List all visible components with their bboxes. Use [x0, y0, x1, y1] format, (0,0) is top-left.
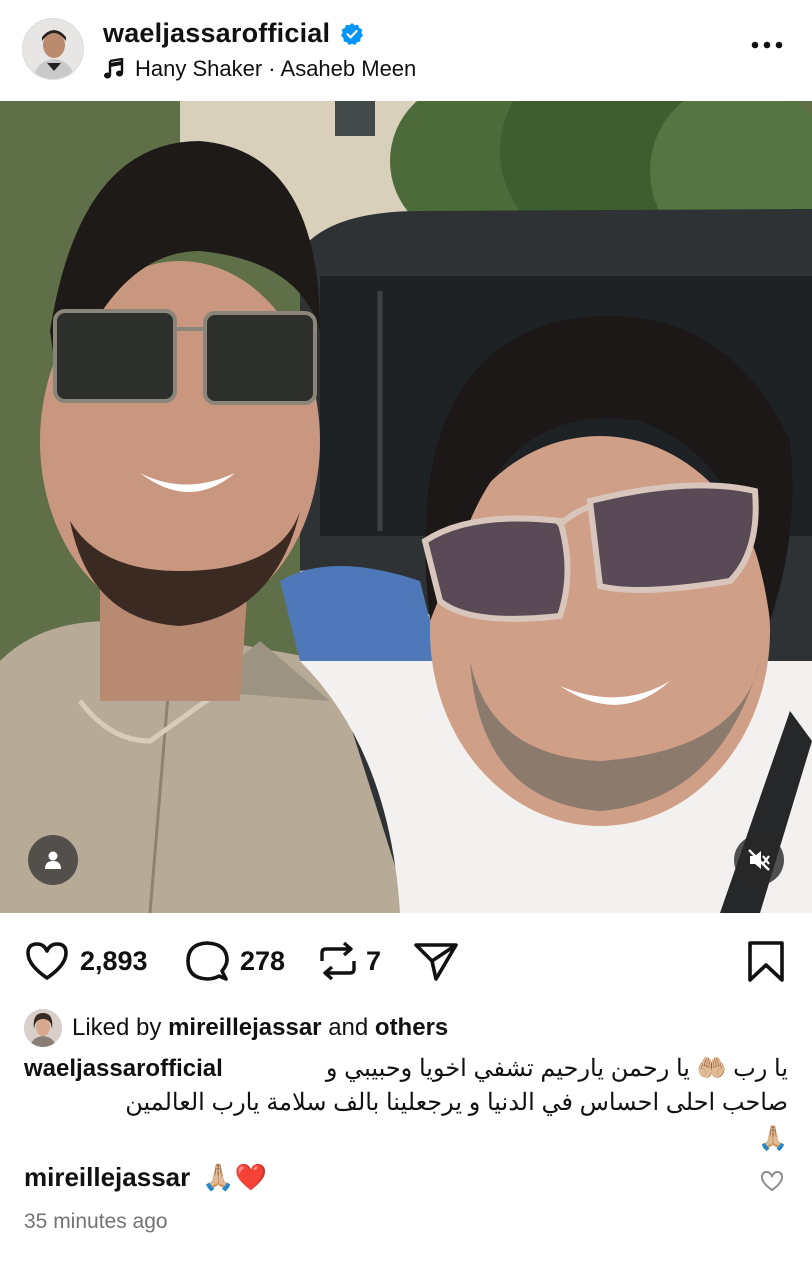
- liked-by-user[interactable]: mireillejassar: [168, 1014, 321, 1042]
- liked-by-line[interactable]: Liked by mireillejassar and others: [24, 1008, 448, 1048]
- repost-icon[interactable]: [316, 939, 360, 983]
- caption-text-3: 🙏🏼: [758, 1125, 788, 1152]
- mute-button[interactable]: [734, 835, 784, 885]
- liked-by-others[interactable]: others: [375, 1014, 448, 1042]
- more-options-icon[interactable]: [750, 40, 784, 50]
- music-text: Hany Shaker · Asaheb Meen: [135, 56, 417, 81]
- music-attribution[interactable]: Hany Shaker · Asaheb Meen: [103, 56, 416, 82]
- caption-username[interactable]: waeljassarofficial: [24, 1052, 223, 1086]
- bookmark-icon[interactable]: [746, 940, 786, 984]
- comment-action[interactable]: 278: [184, 930, 285, 992]
- caption-line-1: waeljassarofficial يا رب 🤲🏼 يا رحمن يارح…: [24, 1052, 788, 1086]
- post-media[interactable]: [0, 101, 812, 913]
- like-action[interactable]: 2,893: [24, 930, 148, 992]
- comment-like-heart-icon[interactable]: [760, 1170, 784, 1192]
- post-username[interactable]: waeljassarofficial: [103, 18, 364, 49]
- post-header: waeljassarofficial Hany Shaker · Asaheb …: [0, 0, 812, 100]
- repost-action[interactable]: 7: [316, 930, 381, 992]
- comment-count[interactable]: 278: [240, 946, 285, 977]
- liked-by-prefix: Liked by: [72, 1014, 162, 1041]
- liker-avatar[interactable]: [24, 1009, 62, 1047]
- music-note-icon: [104, 58, 124, 79]
- verified-badge-icon: [340, 22, 364, 46]
- like-count[interactable]: 2,893: [80, 946, 148, 977]
- share-action[interactable]: [412, 930, 460, 992]
- comment-text: 🙏🏼❤️: [202, 1162, 267, 1192]
- person-icon: [45, 851, 61, 869]
- send-icon[interactable]: [412, 939, 460, 983]
- repost-count[interactable]: 7: [366, 946, 381, 977]
- comment-username[interactable]: mireillejassar: [24, 1162, 190, 1193]
- heart-icon[interactable]: [24, 940, 70, 982]
- caption-text-2: صاحب احلى احساس في الدنيا و يرجعلينا بال…: [125, 1089, 788, 1116]
- profile-avatar[interactable]: [22, 18, 84, 80]
- comment-item: mireillejassar 🙏🏼❤️: [24, 1162, 267, 1193]
- post-timestamp: 35 minutes ago: [24, 1210, 168, 1233]
- liked-by-and: and: [328, 1014, 369, 1041]
- speaker-muted-icon: [748, 849, 770, 871]
- comment-bubble-icon[interactable]: [184, 939, 230, 983]
- tagged-users-button[interactable]: [28, 835, 78, 885]
- username-text[interactable]: waeljassarofficial: [103, 18, 330, 49]
- action-bar: 2,893 278 7: [0, 930, 812, 992]
- post-photo: [0, 101, 812, 913]
